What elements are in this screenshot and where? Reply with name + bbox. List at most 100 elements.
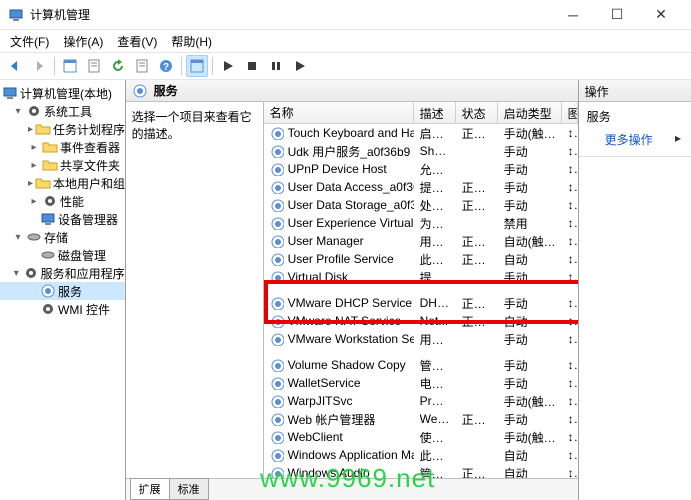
service-row[interactable]: UPnP Device Host允许...手动↕ xyxy=(264,160,578,178)
service-row[interactable]: User Manager用户...正在...自动(触发...↕ xyxy=(264,232,578,250)
list-header[interactable]: 名称 描述 状态 启动类型 图 xyxy=(264,102,578,124)
show-hide-tree-button[interactable] xyxy=(59,55,81,77)
service-row[interactable]: Web 帐户管理器Web...正在...手动↕ xyxy=(264,410,578,428)
service-logon: ↕ xyxy=(562,270,578,284)
actions-pane: 操作 服务 更多操作▸ xyxy=(579,80,691,500)
service-row[interactable]: User Data Access_a0f36b9提供...正在...手动↕ xyxy=(264,178,578,196)
service-desc: 启用... xyxy=(414,125,456,142)
service-icon xyxy=(270,296,284,310)
col-status[interactable]: 状态 xyxy=(456,102,498,123)
service-icon xyxy=(270,144,284,158)
back-button[interactable] xyxy=(4,55,26,77)
service-row[interactable]: Volume Shadow Copy管理...手动↕ xyxy=(264,356,578,374)
service-desc: DHC... xyxy=(414,296,456,310)
tree-services[interactable]: 服务 xyxy=(0,282,125,300)
service-startup: 手动(触发... xyxy=(498,429,562,446)
service-startup: 手动(触发... xyxy=(498,393,562,410)
col-startup[interactable]: 启动类型 xyxy=(498,102,562,123)
properties-button[interactable] xyxy=(83,55,105,77)
tree-system-tools[interactable]: ▾系统工具 xyxy=(0,102,125,120)
tree-local-users[interactable]: ▸本地用户和组 xyxy=(0,174,125,192)
service-startup: 手动 xyxy=(498,179,562,196)
toolbar-sep xyxy=(212,57,213,75)
view-mode-button[interactable] xyxy=(186,55,208,77)
service-desc: Net... xyxy=(414,314,456,328)
service-startup: 手动 xyxy=(498,295,562,312)
close-button[interactable]: ✕ xyxy=(639,0,683,30)
tree-disk-mgmt[interactable]: 磁盘管理 xyxy=(0,246,125,264)
service-icon xyxy=(270,376,284,390)
titlebar: 计算机管理 ─ ☐ ✕ xyxy=(0,0,691,30)
service-status: 正在... xyxy=(456,233,498,250)
tree-performance[interactable]: ▸性能 xyxy=(0,192,125,210)
service-row[interactable]: WalletService电子...手动↕ xyxy=(264,374,578,392)
service-row[interactable]: WebClient使基...手动(触发...↕ xyxy=(264,428,578,446)
tab-bar: 扩展 标准 xyxy=(126,478,578,500)
service-status: 正在... xyxy=(456,197,498,214)
service-startup: 手动 xyxy=(498,375,562,392)
menu-view[interactable]: 查看(V) xyxy=(111,31,163,52)
tree-task-scheduler[interactable]: ▸任务计划程序 xyxy=(0,120,125,138)
service-row[interactable]: Windows Application Mana...此服...自动↕ xyxy=(264,446,578,464)
service-icon xyxy=(270,162,284,176)
restart-service-button[interactable] xyxy=(289,55,311,77)
service-row[interactable]: VMware Workstation Server用于...手动↕ xyxy=(264,330,578,348)
service-row[interactable]: VMware DHCP ServiceDHC...正在...手动↕ xyxy=(264,294,578,312)
col-logon[interactable]: 图 xyxy=(562,102,578,123)
service-icon xyxy=(270,448,284,462)
stop-service-button[interactable] xyxy=(241,55,263,77)
nav-tree[interactable]: 计算机管理(本地) ▾系统工具 ▸任务计划程序 ▸事件查看器 ▸共享文件夹 ▸本… xyxy=(0,80,126,500)
tab-extended[interactable]: 扩展 xyxy=(130,478,170,500)
tree-wmi[interactable]: WMI 控件 xyxy=(0,300,125,318)
pause-service-button[interactable] xyxy=(265,55,287,77)
service-row[interactable]: VMware NAT ServiceNet...正在...自动↕ xyxy=(264,312,578,330)
service-row[interactable]: Touch Keyboard and Hand...启用...正在...手动(触… xyxy=(264,124,578,142)
service-logon: ↕ xyxy=(562,234,578,248)
service-startup: 自动 xyxy=(498,447,562,464)
menu-help[interactable]: 帮助(H) xyxy=(165,31,218,52)
service-logon: ↕ xyxy=(562,430,578,444)
service-row[interactable]: User Profile Service此服...正在...自动↕ xyxy=(264,250,578,268)
service-icon xyxy=(270,314,284,328)
tree-root[interactable]: 计算机管理(本地) xyxy=(0,84,125,102)
col-desc[interactable]: 描述 xyxy=(414,102,456,123)
service-logon: ↕ xyxy=(562,180,578,194)
service-row[interactable]: Windows Audio管理...正在...自动↕ xyxy=(264,464,578,478)
service-logon: ↕ xyxy=(562,466,578,478)
service-row[interactable]: WarpJITSvcProvi...手动(触发...↕ xyxy=(264,392,578,410)
service-row[interactable]: User Data Storage_a0f36b9处理...正在...手动↕ xyxy=(264,196,578,214)
panel-header: 服务 xyxy=(126,80,578,102)
start-service-button[interactable] xyxy=(217,55,239,77)
service-startup: 手动 xyxy=(498,331,562,348)
tree-event-viewer[interactable]: ▸事件查看器 xyxy=(0,138,125,156)
service-startup: 手动 xyxy=(498,161,562,178)
service-startup: 手动 xyxy=(498,357,562,374)
export-button[interactable] xyxy=(131,55,153,77)
tree-device-manager[interactable]: 设备管理器 xyxy=(0,210,125,228)
tree-storage[interactable]: ▾存储 xyxy=(0,228,125,246)
services-list[interactable]: 名称 描述 状态 启动类型 图 Touch Keyboard and Hand.… xyxy=(264,102,578,478)
service-name: User Experience Virtualizat... xyxy=(288,216,414,230)
service-desc: 此服... xyxy=(414,251,456,268)
service-row[interactable]: User Experience Virtualizat...为应...禁用↕ xyxy=(264,214,578,232)
service-desc: 提供... xyxy=(414,179,456,196)
tree-services-apps[interactable]: ▾服务和应用程序 xyxy=(0,264,125,282)
menu-action[interactable]: 操作(A) xyxy=(57,31,109,52)
maximize-button[interactable]: ☐ xyxy=(595,0,639,30)
forward-button[interactable] xyxy=(28,55,50,77)
service-name: Windows Audio xyxy=(288,466,370,478)
tab-standard[interactable]: 标准 xyxy=(169,478,209,500)
actions-more[interactable]: 更多操作▸ xyxy=(587,127,683,152)
service-row[interactable]: Udk 用户服务_a0f36b9Shell...手动↕ xyxy=(264,142,578,160)
service-row[interactable]: Virtual Disk提供...手动↕ xyxy=(264,268,578,286)
minimize-button[interactable]: ─ xyxy=(551,0,595,30)
service-logon: ↕ xyxy=(562,252,578,266)
refresh-button[interactable] xyxy=(107,55,129,77)
app-icon xyxy=(8,7,24,23)
tree-shared-folders[interactable]: ▸共享文件夹 xyxy=(0,156,125,174)
menu-file[interactable]: 文件(F) xyxy=(4,31,55,52)
col-name[interactable]: 名称 xyxy=(264,102,414,123)
toolbar xyxy=(0,52,691,80)
help-button[interactable] xyxy=(155,55,177,77)
service-startup: 自动 xyxy=(498,465,562,479)
